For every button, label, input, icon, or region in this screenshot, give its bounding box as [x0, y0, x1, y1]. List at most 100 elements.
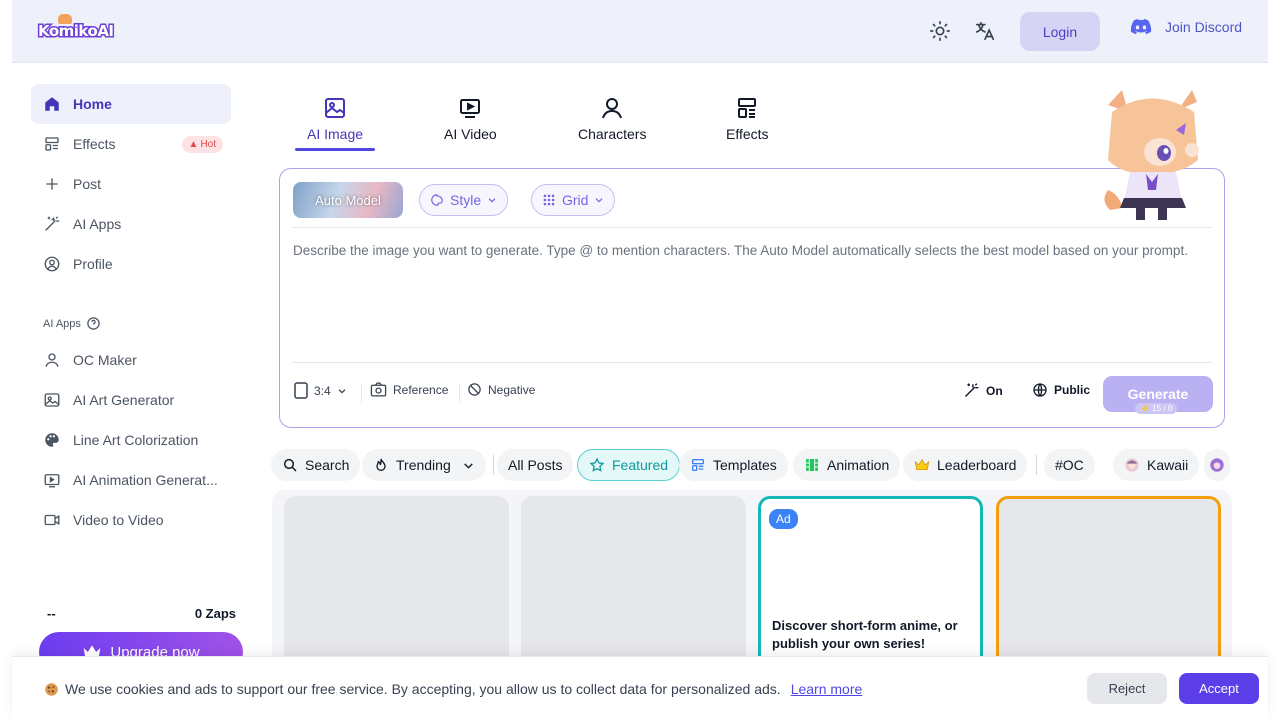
cookie-text: We use cookies and ads to support our fr… — [65, 681, 781, 697]
sidebar-app-ai-animation-generator[interactable]: AI Animation Generat... — [31, 460, 231, 500]
option-separator — [459, 383, 460, 403]
visibility-toggle[interactable]: Public — [1032, 382, 1090, 398]
ratio-icon — [294, 382, 308, 399]
logo[interactable]: KomikoAI — [37, 14, 116, 46]
chip-more[interactable] — [1204, 449, 1230, 481]
templates-icon — [692, 459, 704, 471]
search-chip[interactable]: Search — [271, 449, 361, 481]
sidebar-item-label: OC Maker — [73, 352, 137, 368]
reject-button[interactable]: Reject — [1087, 673, 1167, 704]
sidebar-item-label: AI Apps — [73, 216, 122, 232]
zaps-row: -- 0 Zaps — [47, 606, 236, 621]
film-icon — [806, 459, 818, 471]
search-label: Search — [305, 457, 350, 473]
chip-leaderboard[interactable]: Leaderboard — [903, 449, 1028, 481]
ai-apps-section-label: AI Apps — [43, 316, 101, 331]
generate-cost: ⚡ 15 / 0 — [1135, 403, 1178, 414]
flame-icon: ▲ — [188, 138, 199, 150]
tab-label: Effects — [726, 126, 769, 142]
translate-icon[interactable] — [974, 20, 996, 42]
video-icon — [44, 514, 60, 526]
sidebar-item-label: Home — [73, 96, 112, 112]
grid-dropdown[interactable]: Grid — [531, 184, 616, 216]
sidebar-app-oc-maker[interactable]: OC Maker — [31, 340, 231, 380]
prompt-input[interactable]: Describe the image you want to generate.… — [293, 239, 1213, 262]
model-selector[interactable]: Auto Model — [293, 182, 403, 218]
palette-icon — [45, 433, 59, 447]
hot-badge-label: Hot — [200, 138, 216, 150]
chevron-down-icon — [488, 198, 496, 203]
chip-templates[interactable]: Templates — [679, 449, 788, 481]
sidebar-item-label: Post — [73, 176, 102, 192]
flame-icon — [376, 458, 386, 471]
tab-characters[interactable]: Characters — [578, 96, 646, 142]
chip-all-posts[interactable]: All Posts — [497, 449, 574, 481]
chip-oc[interactable]: #OC — [1044, 449, 1095, 481]
ad-text: Discover short-form anime, or publish yo… — [772, 618, 958, 651]
chevron-down-icon — [596, 198, 603, 203]
kawaii-avatar-icon — [1125, 458, 1139, 472]
chip-label: All Posts — [508, 457, 563, 473]
palette-icon — [431, 194, 443, 206]
sidebar-item-label: AI Art Generator — [73, 392, 175, 408]
sidebar-app-line-art-colorization[interactable]: Line Art Colorization — [31, 420, 231, 460]
chevron-down-icon — [338, 388, 346, 394]
user-icon — [45, 353, 59, 367]
tab-ai-image[interactable]: AI Image — [307, 96, 363, 142]
sidebar-item-post[interactable]: Post — [31, 164, 231, 204]
help-icon[interactable] — [86, 316, 101, 331]
learn-more-link[interactable]: Learn more — [791, 681, 863, 697]
camera-icon — [370, 382, 387, 397]
login-button[interactable]: Login — [1020, 12, 1100, 51]
chevron-down-icon — [463, 462, 473, 469]
join-discord-link[interactable]: Join Discord — [1130, 19, 1242, 35]
app: KomikoAI Login Join Discord Home Effects… — [0, 0, 1280, 720]
reference-button[interactable]: Reference — [370, 382, 448, 397]
visibility-label: Public — [1054, 383, 1091, 397]
tab-effects[interactable]: Effects — [726, 96, 769, 142]
sidebar-item-label: Profile — [73, 256, 113, 272]
sidebar-item-home[interactable]: Home — [31, 84, 231, 124]
profile-icon — [44, 256, 60, 272]
video-play-icon — [460, 99, 481, 118]
prompt-box: Auto Model Style Grid Describe the image… — [279, 168, 1225, 428]
chip-label: Leaderboard — [937, 457, 1017, 473]
ratio-label: 3:4 — [314, 383, 331, 398]
accept-button[interactable]: Accept — [1179, 673, 1259, 704]
image-icon — [44, 393, 60, 407]
trending-dropdown[interactable]: Trending — [362, 449, 486, 481]
sidebar-item-ai-apps[interactable]: AI Apps — [31, 204, 231, 244]
sun-icon[interactable] — [929, 20, 951, 42]
style-label: Style — [450, 192, 482, 208]
chip-kawaii[interactable]: Kawaii — [1113, 449, 1200, 481]
filter-separator — [493, 455, 494, 475]
crown-icon — [914, 459, 930, 470]
top-header: KomikoAI Login Join Discord — [12, 0, 1268, 63]
chip-label: Templates — [713, 457, 777, 473]
star-icon — [589, 457, 605, 472]
cookie-message: We use cookies and ads to support our fr… — [44, 681, 862, 697]
style-dropdown[interactable]: Style — [419, 184, 509, 216]
chip-label: Animation — [827, 457, 890, 473]
sidebar-item-profile[interactable]: Profile — [31, 244, 231, 284]
sidebar-app-video-to-video[interactable]: Video to Video — [31, 500, 231, 540]
layout-icon — [738, 98, 757, 118]
sidebar-item-label: Video to Video — [73, 512, 164, 528]
sidebar-app-ai-art-generator[interactable]: AI Art Generator — [31, 380, 231, 420]
tab-ai-video[interactable]: AI Video — [444, 96, 497, 142]
sidebar-item-effects[interactable]: Effects ▲ Hot — [31, 124, 231, 164]
section-label-text: AI Apps — [43, 317, 81, 330]
home-icon — [45, 97, 59, 111]
tab-label: AI Image — [307, 126, 364, 142]
person-icon — [602, 98, 623, 119]
aspect-ratio-dropdown[interactable]: 3:4 — [294, 382, 347, 399]
chip-animation[interactable]: Animation — [793, 449, 901, 481]
option-separator — [361, 383, 362, 403]
chip-label: Kawaii — [1147, 457, 1189, 473]
magic-label: On — [986, 383, 1003, 398]
generate-cost-label: 15 / 0 — [1152, 404, 1173, 413]
negative-prompt-button[interactable]: Negative — [467, 382, 535, 397]
chip-featured[interactable]: Featured — [577, 449, 681, 481]
reference-label: Reference — [393, 382, 449, 397]
magic-prompt-toggle[interactable]: On — [963, 382, 1003, 399]
